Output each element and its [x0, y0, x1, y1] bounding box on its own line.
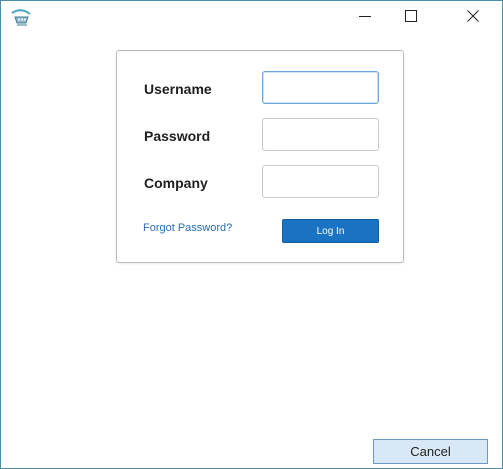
company-input[interactable] — [262, 165, 379, 198]
maximize-button[interactable] — [388, 1, 434, 31]
app-icon — [10, 8, 32, 26]
login-panel: Username Password Company Forgot Passwor… — [116, 50, 404, 263]
login-window: Username Password Company Forgot Passwor… — [0, 0, 503, 469]
forgot-password-link[interactable]: Forgot Password? — [143, 222, 232, 234]
minimize-button[interactable] — [342, 1, 388, 31]
maximize-icon — [405, 10, 417, 22]
username-label: Username — [144, 81, 212, 97]
company-label: Company — [144, 175, 208, 191]
login-button[interactable]: Log In — [282, 219, 379, 243]
username-input[interactable] — [262, 71, 379, 104]
close-button[interactable] — [450, 1, 496, 31]
password-label: Password — [144, 128, 211, 144]
title-bar[interactable] — [1, 1, 502, 31]
password-input[interactable] — [262, 118, 379, 151]
cancel-button[interactable]: Cancel — [373, 439, 488, 464]
minimize-icon — [359, 10, 371, 22]
close-icon — [467, 10, 479, 22]
